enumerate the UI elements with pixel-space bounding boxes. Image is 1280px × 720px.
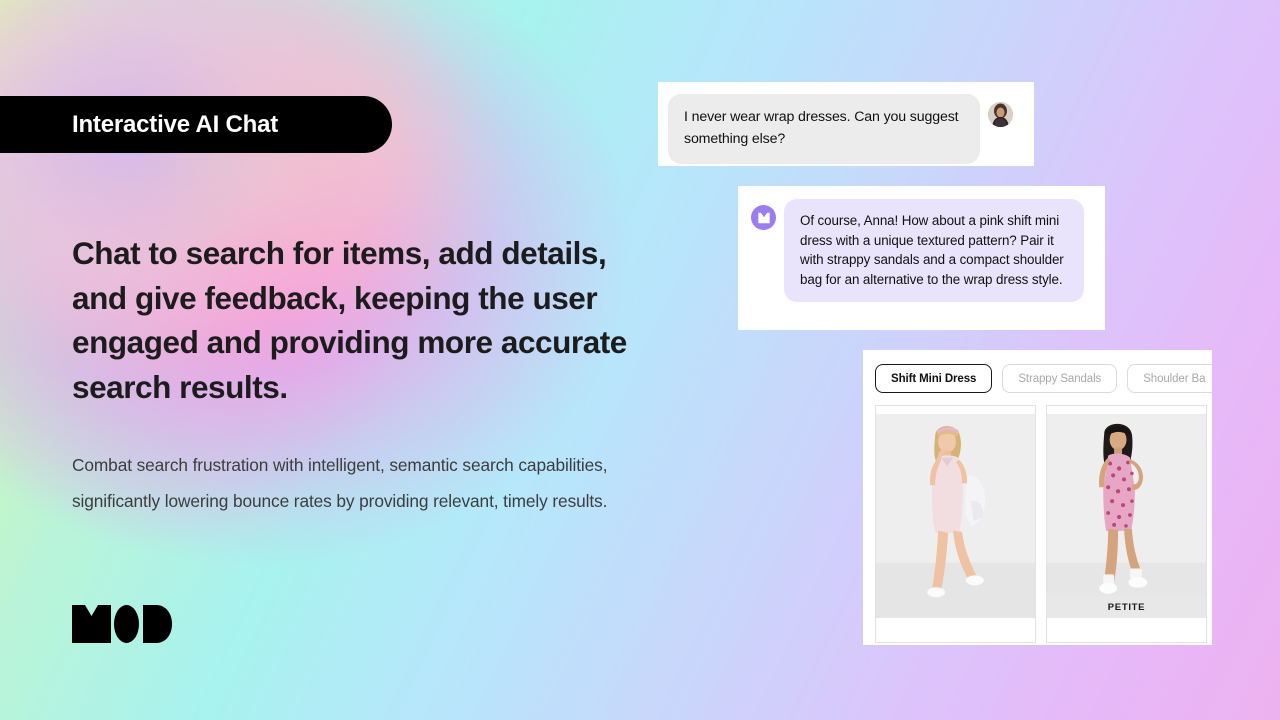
product-card[interactable] [875,405,1036,643]
product-badge-label: PETITE [1107,601,1146,613]
product-card-list: PETITE [875,405,1212,643]
page-title: Chat to search for items, add details, a… [72,235,627,405]
ai-message-text: Of course, Anna! How about a pink shift … [800,213,1064,287]
product-photo-icon [1047,414,1206,618]
user-message-card: I never wear wrap dresses. Can you sugge… [658,82,1034,166]
user-avatar [988,102,1013,127]
user-message-bubble: I never wear wrap dresses. Can you sugge… [668,94,980,164]
product-badge: PETITE [1047,596,1206,618]
product-image: PETITE [1047,414,1206,618]
product-results-panel: Shift Mini Dress Strappy Sandals Shoulde… [863,350,1212,645]
hero-description: Combat search frustration with intellige… [72,455,608,511]
tab-label: Shoulder Ba [1143,372,1206,385]
product-tabs: Shift Mini Dress Strappy Sandals Shoulde… [875,364,1212,393]
section-badge: Interactive AI Chat [0,96,392,153]
mod-logo-avatar-icon [757,212,770,223]
section-badge-label: Interactive AI Chat [72,110,279,138]
tab-shift-mini-dress[interactable]: Shift Mini Dress [875,364,993,393]
user-photo-avatar-icon [988,102,1013,127]
product-card-footer [876,618,1035,642]
tab-shoulder-bag[interactable]: Shoulder Ba [1127,364,1212,393]
product-card[interactable]: PETITE [1046,405,1207,643]
ai-avatar [751,205,776,230]
ai-message-bubble: Of course, Anna! How about a pink shift … [784,199,1084,303]
hero-left-column: Interactive AI Chat Chat to search for i… [0,0,660,720]
user-message-text: I never wear wrap dresses. Can you sugge… [684,109,959,147]
tab-strappy-sandals[interactable]: Strappy Sandals [1002,364,1118,393]
product-photo-icon [876,414,1035,618]
mod-logo [72,603,172,645]
tab-label: Strappy Sandals [1018,372,1102,385]
product-image [876,414,1035,618]
tab-label: Shift Mini Dress [891,372,977,385]
product-card-footer [1047,618,1206,642]
ai-message-card: Of course, Anna! How about a pink shift … [738,186,1105,330]
mod-logo-icon [72,605,172,643]
